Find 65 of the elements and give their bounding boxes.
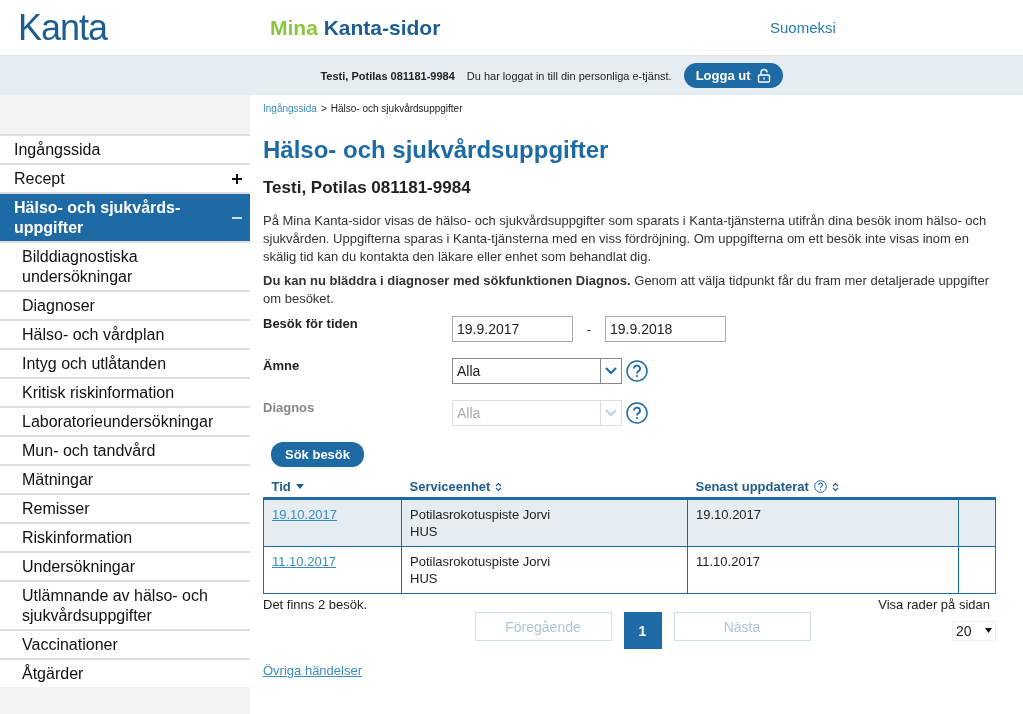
nav-subitem[interactable]: Mätningar (0, 464, 250, 493)
breadcrumb-link[interactable]: Ingångssida (263, 103, 317, 114)
column-header[interactable]: Serviceenhet (409, 479, 491, 494)
intro-paragraph: På Mina Kanta-sidor visas de hälso- och sjukvårdsuppgifter som sparats i Kanta-tjänsterna utifrån dina besök inom hälso- och sjukvården. Uppgifterna sparas i Kanta-tjänsterna med en viss fördröjning. Om uppgifterna om ett besök inte visas inom en skälig tid kan du kontakta den läkare eller enhet som behandlat dig. (263, 212, 988, 266)
table-cell: 19.10.2017 (696, 507, 762, 522)
page-title: Hälso- och sjukvårdsuppgifter (263, 136, 610, 164)
date-from-field[interactable]: 19.9.2017 (452, 316, 573, 342)
page-button[interactable]: 1 (623, 612, 662, 649)
date-to-field[interactable]: 19.9.2018 (605, 316, 726, 342)
table-row[interactable]: 19.10.2017 Potilasrokotuspiste Jorvi HUS 19.10.2017 (263, 498, 996, 547)
nav-subitem[interactable]: Åtgärder (0, 658, 250, 687)
search-button[interactable]: Sök besök (271, 442, 365, 467)
nav-item[interactable]: Recept (0, 163, 250, 192)
nav-item[interactable]: Hälso- och sjukvårds-uppgifter (0, 192, 250, 241)
sort-icon[interactable] (831, 481, 839, 492)
nav-subitem[interactable]: Diagnoser (0, 290, 250, 319)
caret-down-icon[interactable] (295, 484, 304, 489)
rows-per-page-select[interactable]: 20 (952, 620, 996, 641)
site-title: Mina Kanta-sidor (270, 15, 442, 40)
kanta-logo[interactable]: Kanta (0, 6, 250, 49)
table-cell-text: HUS (410, 570, 439, 587)
login-message: Du har loggat in till din personliga e-tjänst. (466, 69, 672, 82)
help-icon[interactable] (626, 360, 648, 382)
nav-item[interactable]: Ingångssida (0, 134, 250, 163)
help-icon[interactable] (626, 402, 648, 424)
lock-icon (756, 68, 771, 83)
result-count: Det finns 2 besök. (263, 597, 368, 612)
breadcrumb-text: Hälso- och sjukvårdsuppgifter (330, 103, 463, 114)
field-label: Diagnos (263, 400, 316, 415)
user-name: Testi, Potilas 081181-9984 (320, 69, 455, 82)
chevron-down-icon[interactable] (605, 367, 617, 375)
nav-subitem[interactable]: Hälso- och vårdplan (0, 319, 250, 348)
expand-icon[interactable] (232, 174, 242, 184)
nav-subitem[interactable]: Utlämnande av hälso- och sjukvårdsuppgifter (0, 580, 250, 629)
notice-paragraph: Du kan nu bläddra i diagnoser med sökfunktionen Diagnos. Genom att välja tidpunkt får du fram mer detaljerade uppgifter om besöket. (263, 272, 991, 308)
column-header[interactable]: Senast uppdaterat (695, 479, 809, 494)
nav-subitem[interactable]: Bilddiagnostiska undersökningar (0, 241, 250, 290)
column-header[interactable]: Tid (271, 479, 291, 494)
field-label: Ämne (263, 358, 301, 373)
patient-name: Testi, Potilas 081181-9984 (263, 178, 472, 198)
breadcrumb-text: > (320, 103, 327, 114)
other-events-link[interactable]: Övriga händelser (263, 663, 362, 678)
nav-subitem[interactable]: Riskinformation (0, 522, 250, 551)
help-icon[interactable] (813, 480, 827, 493)
nav-subitem[interactable]: Vaccinationer (0, 629, 250, 658)
nav-subitem[interactable]: Kritisk riskinformation (0, 377, 250, 406)
nav-subitem[interactable]: Intyg och utlåtanden (0, 348, 250, 377)
date-link[interactable]: 11.10.2017 (272, 554, 337, 569)
language-link[interactable]: Suomeksi (770, 19, 836, 36)
logout-button[interactable]: Logga ut (683, 63, 783, 88)
caret-down-icon[interactable] (985, 628, 992, 633)
table-cell: 11.10.2017 (696, 554, 761, 569)
table-cell-text: Potilasrokotuspiste Jorvi (410, 506, 552, 523)
date-separator: - (585, 321, 593, 337)
nav-subitem[interactable]: Mun- och tandvård (0, 435, 250, 464)
nav-subitem[interactable]: Remisser (0, 493, 250, 522)
sort-icon[interactable] (495, 481, 503, 492)
rows-per-page-label: Visa rader på sidan (878, 597, 990, 612)
table-cell-text: HUS (410, 523, 439, 540)
period-label: Besök för tiden (263, 316, 359, 331)
table-cell-text: Potilasrokotuspiste Jorvi (410, 553, 552, 570)
nav-subitem[interactable]: Laboratorieundersökningar (0, 406, 250, 435)
table-row[interactable]: 11.10.2017 Potilasrokotuspiste Jorvi HUS 11.10.2017 (263, 546, 996, 594)
dropdown[interactable]: Alla (452, 358, 622, 384)
nav-subitem[interactable]: Undersökningar (0, 551, 250, 580)
